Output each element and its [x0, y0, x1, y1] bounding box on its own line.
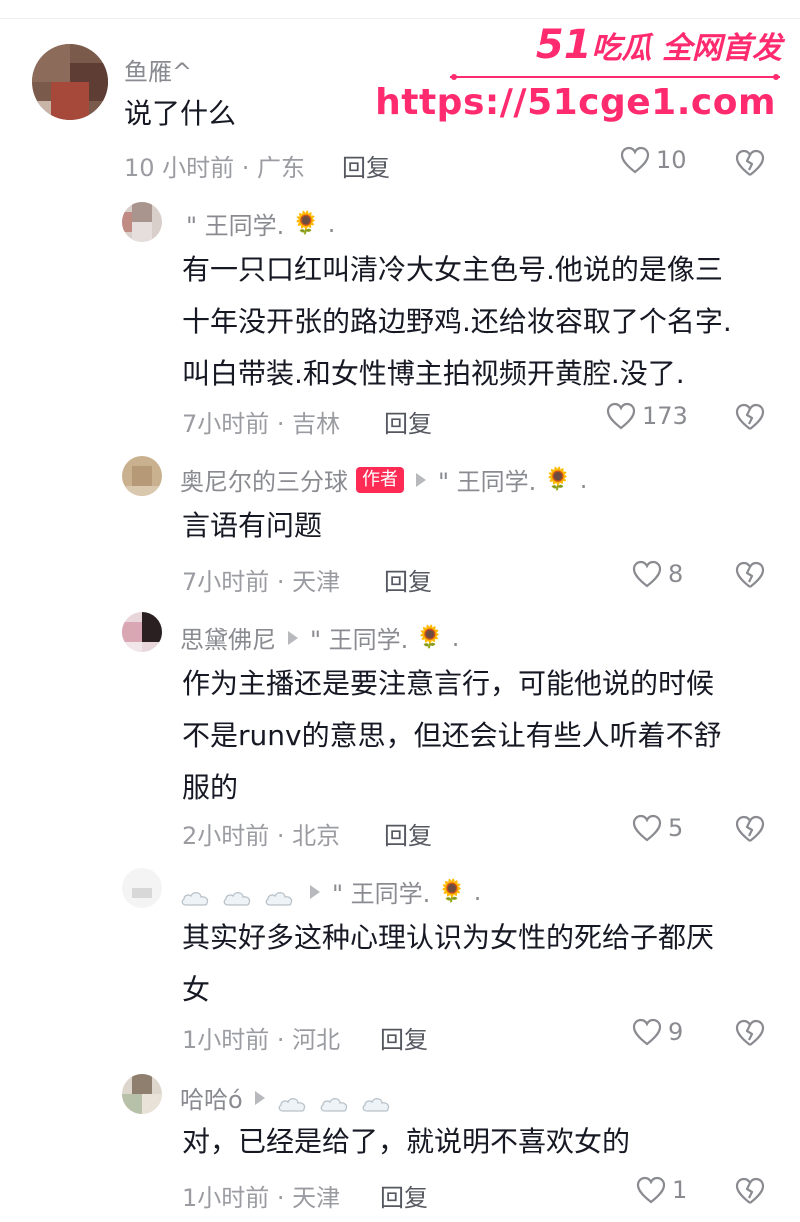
- like-count: 10: [656, 146, 687, 174]
- reply-button[interactable]: 回复: [380, 1178, 428, 1213]
- like-button[interactable]: 10: [620, 146, 687, 174]
- comment-text: 其实好多这种心理认识为女性的死给子都厌 女: [182, 921, 715, 1006]
- avatar[interactable]: [122, 868, 162, 908]
- like-count: 9: [668, 1018, 684, 1046]
- like-button[interactable]: 173: [606, 402, 688, 430]
- triangle-right-icon: [416, 472, 426, 487]
- author-badge: 作者: [356, 466, 404, 493]
- sunflower-icon: 🌻: [544, 466, 572, 492]
- like-button[interactable]: 1: [636, 1176, 687, 1204]
- time-location: 1小时前 · 天津: [182, 1184, 341, 1212]
- sunflower-icon: 🌻: [438, 878, 466, 904]
- heart-outline-icon: [636, 1176, 666, 1204]
- comment-text: 有一只口红叫清冷大女主色号.他说的是像三 十年没开张的路边野鸡.还给妆容取了个名…: [182, 253, 732, 390]
- watermark: 51吃瓜 全网首发 https://51cge1.com: [375, 22, 782, 132]
- broken-heart-icon[interactable]: [734, 402, 766, 432]
- avatar[interactable]: [122, 612, 162, 652]
- like-button[interactable]: 5: [632, 814, 683, 842]
- heart-outline-icon: [632, 814, 662, 842]
- avatar[interactable]: [32, 44, 108, 120]
- cloud-icon: [319, 1090, 349, 1112]
- watermark-brand: 51吃瓜 全网首发: [535, 22, 782, 68]
- comment-text: 说了什么: [124, 97, 237, 130]
- username[interactable]: " 王同学. 🌻.: [180, 874, 481, 909]
- sunflower-icon: 🌻: [416, 624, 444, 650]
- comment-text: 作为主播还是要注意言行，可能他说的时候 不是runv的意思，但还会让有些人听着不…: [182, 667, 722, 804]
- heart-outline-icon: [620, 146, 650, 174]
- broken-heart-icon[interactable]: [734, 1018, 766, 1048]
- broken-heart-icon[interactable]: [734, 1176, 766, 1206]
- time-location: 7小时前 · 吉林: [182, 410, 341, 438]
- reply-button[interactable]: 回复: [384, 404, 432, 439]
- username[interactable]: 思黛佛尼 " 王同学. 🌻.: [180, 620, 459, 655]
- like-count: 173: [642, 402, 688, 430]
- cloud-icon: [180, 884, 210, 906]
- time-location: 7小时前 · 天津: [182, 568, 341, 596]
- cloud-icon: [277, 1090, 307, 1112]
- like-count: 1: [672, 1176, 688, 1204]
- avatar[interactable]: [122, 202, 162, 242]
- time-location: 2小时前 · 北京: [182, 822, 341, 850]
- like-count: 8: [668, 560, 684, 588]
- comment-text: 言语有问题: [182, 509, 323, 542]
- cloud-icon: [361, 1090, 391, 1112]
- avatar[interactable]: [122, 1074, 162, 1114]
- like-count: 5: [668, 814, 684, 842]
- comment-text: 对，已经是给了，就说明不喜欢女的: [182, 1125, 631, 1158]
- broken-heart-icon[interactable]: [734, 814, 766, 844]
- watermark-url: https://51cge1.com: [375, 82, 776, 123]
- sunflower-icon: 🌻: [292, 210, 320, 236]
- heart-outline-icon: [632, 560, 662, 588]
- like-button[interactable]: 8: [632, 560, 683, 588]
- reply-button[interactable]: 回复: [380, 1020, 428, 1055]
- triangle-right-icon: [288, 630, 298, 645]
- username[interactable]: 鱼雁^: [124, 52, 192, 87]
- reply-button[interactable]: 回复: [342, 148, 390, 183]
- username[interactable]: 哈哈ó: [180, 1080, 395, 1115]
- triangle-right-icon: [254, 1090, 265, 1105]
- triangle-right-icon: [310, 884, 320, 899]
- time-location: 10 小时前 · 广东: [124, 154, 306, 182]
- avatar[interactable]: [122, 456, 162, 496]
- like-button[interactable]: 9: [632, 1018, 683, 1046]
- broken-heart-icon[interactable]: [734, 148, 766, 178]
- cloud-icon: [264, 884, 294, 906]
- username[interactable]: " 王同学. 🌻.: [186, 206, 335, 241]
- cloud-icon: [222, 884, 252, 906]
- heart-outline-icon: [606, 402, 636, 430]
- broken-heart-icon[interactable]: [734, 560, 766, 590]
- heart-outline-icon: [632, 1018, 662, 1046]
- reply-button[interactable]: 回复: [384, 816, 432, 851]
- time-location: 1小时前 · 河北: [182, 1026, 341, 1054]
- username[interactable]: 奥尼尔的三分球 作者 " 王同学. 🌻.: [180, 462, 587, 497]
- reply-button[interactable]: 回复: [384, 562, 432, 597]
- top-divider: [0, 0, 800, 19]
- watermark-circuit-line: [450, 74, 780, 80]
